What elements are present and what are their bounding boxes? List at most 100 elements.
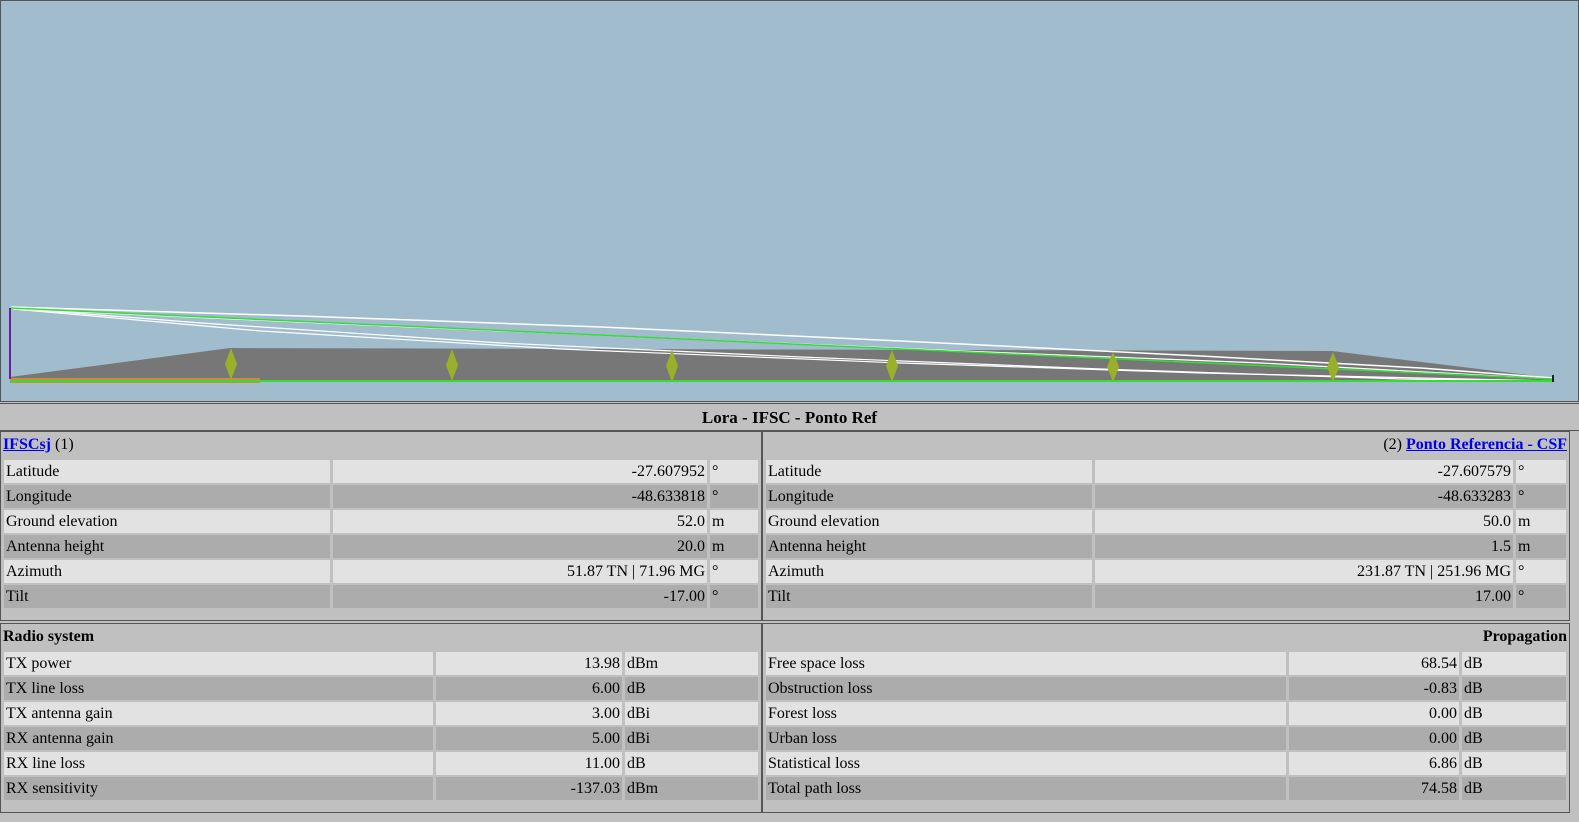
row-unit: dBm	[625, 777, 758, 800]
site2-link[interactable]: Ponto Referencia - CSF	[1406, 436, 1567, 453]
row-value: 50.0	[1095, 510, 1513, 533]
row-value: -27.607579	[1095, 460, 1513, 483]
row-value: 74.58	[1289, 777, 1459, 800]
row-unit: °	[1516, 585, 1566, 608]
table-row: Urban loss 0.00 dB	[766, 727, 1566, 750]
row-value: -27.607952	[333, 460, 707, 483]
row-unit: m	[710, 535, 758, 558]
row-unit: m	[1516, 510, 1566, 533]
row-value: 52.0	[333, 510, 707, 533]
site2-panel: (2) Ponto Referencia - CSF Latitude -27.6…	[762, 431, 1570, 621]
row-label: RX line loss	[4, 752, 433, 775]
table-row: TX power 13.98 dBm	[4, 652, 758, 675]
row-value: 68.54	[1289, 652, 1459, 675]
row-unit: dB	[1462, 752, 1566, 775]
propagation-heading: Propagation	[1482, 628, 1567, 645]
row-unit: dB	[1462, 727, 1566, 750]
row-unit: dB	[625, 677, 758, 700]
row-value: -48.633283	[1095, 485, 1513, 508]
radio-system-heading: Radio system	[3, 628, 95, 645]
propagation-table: Free space loss 68.54 dB Obstruction loss -…	[763, 650, 1569, 802]
table-row: Ground elevation 50.0 m	[766, 510, 1566, 533]
row-unit: dB	[1462, 652, 1566, 675]
row-label: Latitude	[4, 460, 330, 483]
row-label: RX sensitivity	[4, 777, 433, 800]
row-label: Forest loss	[766, 702, 1286, 725]
site2-index: (2)	[1383, 436, 1402, 453]
table-row: Latitude -27.607952 °	[4, 460, 758, 483]
row-label: Antenna height	[4, 535, 330, 558]
site1-panel: IFSCsj (1) Latitude -27.607952 ° Longitude…	[0, 431, 762, 621]
site1-link[interactable]: IFSCsj	[3, 436, 51, 453]
row-value: -17.00	[333, 585, 707, 608]
row-unit: m	[710, 510, 758, 533]
table-row: TX line loss 6.00 dB	[4, 677, 758, 700]
table-row: Longitude -48.633283 °	[766, 485, 1566, 508]
elevation-profile	[0, 0, 1579, 402]
row-value: 1.5	[1095, 535, 1513, 558]
link-title: Lora - IFSC - Ponto Ref	[0, 403, 1579, 431]
row-value: -137.03	[436, 777, 622, 800]
row-value: 0.00	[1289, 727, 1459, 750]
row-unit: °	[1516, 485, 1566, 508]
row-unit: dBi	[625, 727, 758, 750]
table-row: Forest loss 0.00 dB	[766, 702, 1566, 725]
table-row: Free space loss 68.54 dB	[766, 652, 1566, 675]
row-label: Antenna height	[766, 535, 1092, 558]
site2-table: Latitude -27.607579 ° Longitude -48.633283 °…	[763, 458, 1569, 610]
row-label: Longitude	[4, 485, 330, 508]
row-label: Azimuth	[4, 560, 330, 583]
row-label: TX power	[4, 652, 433, 675]
row-value: 13.98	[436, 652, 622, 675]
row-label: Azimuth	[766, 560, 1092, 583]
row-unit: dB	[1462, 777, 1566, 800]
table-row: Obstruction loss -0.83 dB	[766, 677, 1566, 700]
site1-header: IFSCsj (1)	[1, 432, 761, 458]
row-value: 17.00	[1095, 585, 1513, 608]
row-unit: dBm	[625, 652, 758, 675]
row-label: Statistical loss	[766, 752, 1286, 775]
row-unit: °	[1516, 460, 1566, 483]
row-value: 231.87 TN | 251.96 MG	[1095, 560, 1513, 583]
row-label: Obstruction loss	[766, 677, 1286, 700]
row-unit: °	[1516, 560, 1566, 583]
row-unit: dB	[1462, 677, 1566, 700]
table-row: Longitude -48.633818 °	[4, 485, 758, 508]
row-label: TX antenna gain	[4, 702, 433, 725]
table-row: Azimuth 231.87 TN | 251.96 MG °	[766, 560, 1566, 583]
row-label: Longitude	[766, 485, 1092, 508]
row-value: 20.0	[333, 535, 707, 558]
row-label: Latitude	[766, 460, 1092, 483]
row-value: -0.83	[1289, 677, 1459, 700]
row-unit: °	[710, 560, 758, 583]
table-row: Statistical loss 6.86 dB	[766, 752, 1566, 775]
row-label: Tilt	[766, 585, 1092, 608]
table-row: Tilt -17.00 °	[4, 585, 758, 608]
row-label: Urban loss	[766, 727, 1286, 750]
row-unit: °	[710, 585, 758, 608]
table-row: RX sensitivity -137.03 dBm	[4, 777, 758, 800]
row-value: 11.00	[436, 752, 622, 775]
row-value: -48.633818	[333, 485, 707, 508]
table-row: RX line loss 11.00 dB	[4, 752, 758, 775]
row-value: 5.00	[436, 727, 622, 750]
table-row: Total path loss 74.58 dB	[766, 777, 1566, 800]
table-row: Antenna height 20.0 m	[4, 535, 758, 558]
table-row: RX antenna gain 5.00 dBi	[4, 727, 758, 750]
sky	[1, 1, 1578, 401]
row-unit: °	[710, 485, 758, 508]
row-unit: dBi	[625, 702, 758, 725]
site2-header: (2) Ponto Referencia - CSF	[763, 432, 1569, 458]
row-value: 6.86	[1289, 752, 1459, 775]
table-row: Latitude -27.607579 °	[766, 460, 1566, 483]
row-label: TX line loss	[4, 677, 433, 700]
row-value: 51.87 TN | 71.96 MG	[333, 560, 707, 583]
row-unit: m	[1516, 535, 1566, 558]
row-value: 6.00	[436, 677, 622, 700]
row-value: 3.00	[436, 702, 622, 725]
row-value: 0.00	[1289, 702, 1459, 725]
table-row: Tilt 17.00 °	[766, 585, 1566, 608]
row-label: RX antenna gain	[4, 727, 433, 750]
profile-canvas	[1, 1, 1578, 401]
row-label: Ground elevation	[4, 510, 330, 533]
